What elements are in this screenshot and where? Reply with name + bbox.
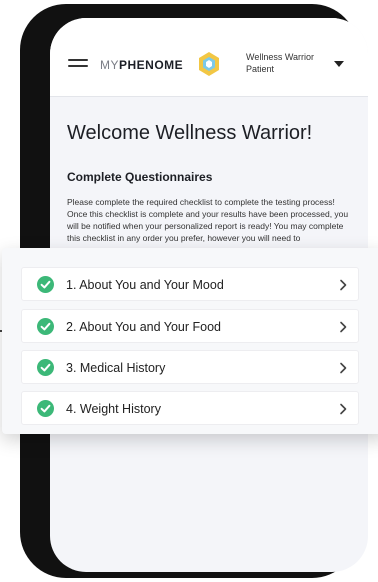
check-circle-icon bbox=[37, 400, 54, 417]
checklist-item-label: 1. About You and Your Mood bbox=[66, 278, 224, 292]
checklist-item-label: 4. Weight History bbox=[66, 402, 161, 416]
check-circle-icon bbox=[37, 276, 54, 293]
menu-icon[interactable] bbox=[68, 59, 88, 71]
chevron-right-icon bbox=[340, 279, 347, 291]
user-menu[interactable]: Wellness Warrior Patient bbox=[246, 51, 314, 75]
chevron-down-icon[interactable] bbox=[334, 61, 344, 67]
checklist-item-label: 3. Medical History bbox=[66, 361, 166, 375]
user-name: Wellness Warrior bbox=[246, 52, 315, 62]
chevron-right-icon bbox=[340, 403, 347, 415]
check-circle-icon bbox=[37, 318, 54, 335]
checklist-item[interactable]: 2. About You and Your Food bbox=[21, 309, 359, 343]
brand-logo: MYPHENOME bbox=[100, 58, 184, 72]
chevron-right-icon bbox=[340, 362, 347, 374]
user-role: Patient bbox=[246, 64, 275, 74]
checklist-item[interactable]: 3. Medical History bbox=[21, 350, 359, 384]
page-title: Welcome Wellness Warrior! bbox=[67, 122, 313, 144]
instructions-text: Please complete the required checklist t… bbox=[67, 197, 349, 243]
checklist-item[interactable]: 1. About You and Your Mood bbox=[21, 267, 359, 301]
logo-mark-icon bbox=[199, 52, 219, 76]
checklist-item[interactable]: 4. Weight History bbox=[21, 391, 359, 425]
checklist-item-label: 2. About You and Your Food bbox=[66, 320, 222, 334]
app-header: MYPHENOME Wellness Warrior Patient bbox=[50, 18, 368, 97]
section-title: Complete Questionnaires bbox=[67, 170, 213, 184]
check-circle-icon bbox=[37, 359, 54, 376]
chevron-right-icon bbox=[340, 321, 347, 333]
